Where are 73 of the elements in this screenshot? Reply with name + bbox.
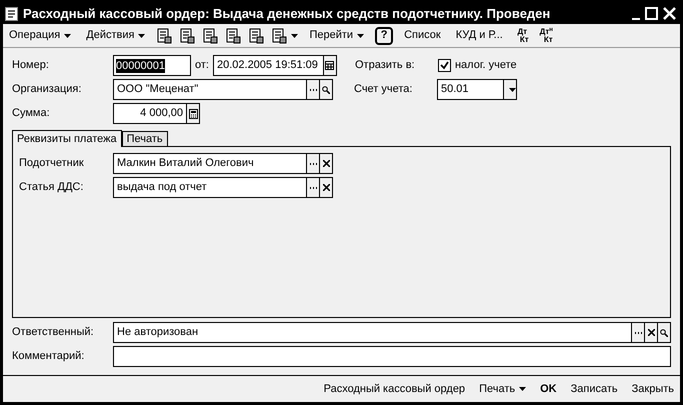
field-label: Организация: xyxy=(12,82,82,98)
date-field[interactable]: 20.02.2005 19:51:09 xyxy=(212,55,337,76)
select-button[interactable] xyxy=(306,154,319,173)
caret-icon xyxy=(519,387,526,391)
close-icon xyxy=(648,329,654,336)
maximize-icon xyxy=(645,7,658,20)
responsible-field[interactable]: Не авторизован xyxy=(113,322,671,343)
field-label: Сумма: xyxy=(12,106,51,122)
checkbox[interactable] xyxy=(438,59,451,72)
toolbar-button[interactable]: Список xyxy=(400,27,445,44)
number-field[interactable]: 00000001 xyxy=(113,55,191,76)
search-button[interactable] xyxy=(319,80,332,99)
menu-button[interactable]: Действия xyxy=(82,27,150,44)
value-field[interactable]: выдача под отчет xyxy=(113,177,333,198)
close-icon xyxy=(322,184,330,191)
print-menu-button[interactable]: Печать xyxy=(479,380,526,398)
field-label: Номер: xyxy=(12,58,50,74)
calculator-icon xyxy=(188,108,198,118)
field-label: Счет учета: xyxy=(354,82,414,98)
footer-button[interactable]: Закрыть xyxy=(632,380,674,398)
toolbar-button[interactable]: КУД и Р... xyxy=(452,27,507,44)
maximize-button[interactable] xyxy=(645,7,658,20)
caret-icon xyxy=(64,34,72,38)
footer-button[interactable]: Записать xyxy=(570,380,618,398)
dropdown-button[interactable] xyxy=(503,80,516,99)
help-button[interactable]: ? xyxy=(375,26,394,44)
document-icon[interactable] xyxy=(179,28,196,44)
minimize-icon xyxy=(632,18,640,20)
calculator-button[interactable] xyxy=(186,104,199,123)
search-icon xyxy=(322,86,330,94)
calendar-button[interactable] xyxy=(322,56,336,75)
calendar-icon xyxy=(325,61,334,70)
document-icon[interactable] xyxy=(202,28,218,44)
caret-icon xyxy=(291,34,298,38)
field-label: Ответственный: xyxy=(12,325,95,340)
search-icon xyxy=(660,328,668,336)
menu-button[interactable]: Операция xyxy=(5,27,76,44)
debit-credit-button[interactable]: Дт Кт xyxy=(514,28,531,44)
document-icon[interactable] xyxy=(248,28,264,44)
search-button[interactable] xyxy=(657,323,670,342)
clear-button[interactable] xyxy=(319,154,332,173)
checkbox-label: налог. учете xyxy=(454,58,517,74)
close-icon xyxy=(322,160,330,167)
caret-icon xyxy=(508,88,516,92)
caret-icon xyxy=(138,34,146,38)
close-icon xyxy=(663,7,676,20)
field-label: Комментарий: xyxy=(12,349,86,364)
clear-button[interactable] xyxy=(644,323,657,342)
menu-button[interactable]: Перейти xyxy=(305,27,368,44)
clear-button[interactable] xyxy=(319,178,332,197)
account-dropdown[interactable]: 50.01 xyxy=(437,79,517,100)
select-button[interactable] xyxy=(631,323,644,342)
organization-field[interactable]: ООО "Меценат" xyxy=(113,79,333,100)
close-button[interactable] xyxy=(663,7,676,20)
select-button[interactable] xyxy=(306,80,319,99)
select-button[interactable] xyxy=(306,178,319,197)
date-label: от: xyxy=(195,58,209,74)
ok-button[interactable]: OK xyxy=(540,380,557,398)
value-field[interactable]: Малкин Виталий Олегович xyxy=(113,153,333,174)
tab[interactable]: Реквизиты платежа xyxy=(12,130,122,147)
comment-field[interactable] xyxy=(113,346,671,367)
window-title: Расходный кассовый ордер: Выдача денежных средств подотчетнику. Проведен xyxy=(23,4,552,23)
caret-icon xyxy=(357,34,364,38)
field-label: Отразить в: xyxy=(354,58,416,74)
document-icon[interactable] xyxy=(156,28,172,44)
document-icon[interactable] xyxy=(271,28,288,44)
field-label: Статья ДДС: xyxy=(19,180,84,196)
footer-button[interactable]: Расходный кассовый ордер xyxy=(324,380,466,398)
debit-credit-button[interactable]: Дт$^{н}$ Кт xyxy=(538,28,555,44)
sum-field[interactable]: 4 000,00 xyxy=(113,103,200,124)
document-icon[interactable] xyxy=(225,28,242,44)
tab[interactable]: Печать xyxy=(122,131,168,146)
field-label: Подотчетник xyxy=(19,156,85,172)
